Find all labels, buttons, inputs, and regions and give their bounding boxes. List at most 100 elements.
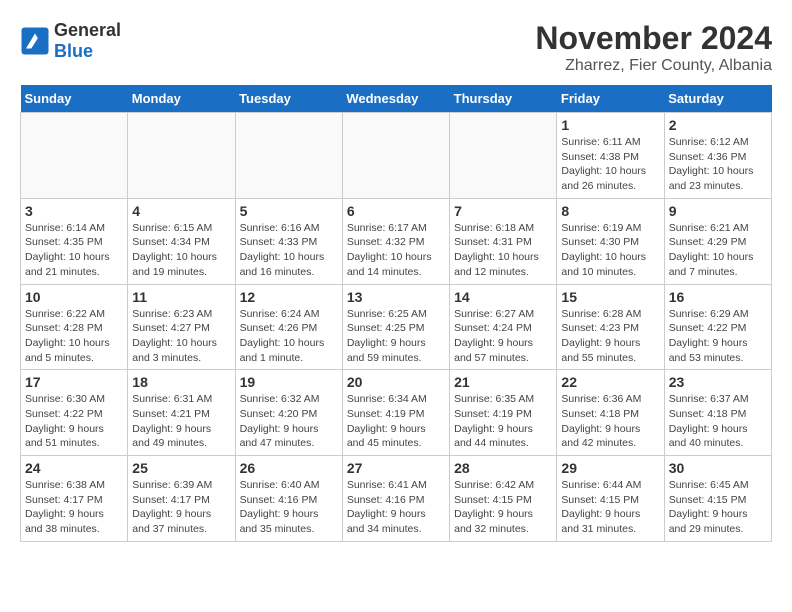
calendar-cell: [235, 113, 342, 199]
logo: General Blue: [20, 20, 121, 62]
calendar-cell: 6 Sunrise: 6:17 AM Sunset: 4:32 PM Daylig…: [342, 198, 449, 284]
day-number: 20: [347, 374, 445, 390]
day-detail: Sunrise: 6:29 AM Sunset: 4:22 PM Dayligh…: [669, 307, 767, 366]
calendar-cell: 22 Sunrise: 6:36 AM Sunset: 4:18 PM Dayli…: [557, 370, 664, 456]
day-number: 30: [669, 460, 767, 476]
day-detail: Sunrise: 6:27 AM Sunset: 4:24 PM Dayligh…: [454, 307, 552, 366]
week-row-2: 3Sunrise: 6:14 AM Sunset: 4:35 PM Daylig…: [21, 198, 772, 284]
day-number: 16: [669, 289, 767, 305]
day-detail: Sunrise: 6:15 AM Sunset: 4:34 PM Dayligh…: [132, 221, 230, 280]
day-detail: Sunrise: 6:12 AM Sunset: 4:36 PM Dayligh…: [669, 135, 767, 194]
day-detail: Sunrise: 6:41 AM Sunset: 4:16 PM Dayligh…: [347, 478, 445, 537]
weekday-header-thursday: Thursday: [450, 85, 557, 113]
day-detail: Sunrise: 6:23 AM Sunset: 4:27 PM Dayligh…: [132, 307, 230, 366]
page-header: General Blue November 2024 Zharrez, Fier…: [20, 20, 772, 75]
calendar-cell: 24 Sunrise: 6:38 AM Sunset: 4:17 PM Dayli…: [21, 456, 128, 542]
location-title: Zharrez, Fier County, Albania: [535, 57, 772, 75]
day-number: 25: [132, 460, 230, 476]
calendar-cell: [450, 113, 557, 199]
day-number: 9: [669, 203, 767, 219]
day-number: 6: [347, 203, 445, 219]
day-detail: Sunrise: 6:31 AM Sunset: 4:21 PM Dayligh…: [132, 392, 230, 451]
week-row-3: 10Sunrise: 6:22 AM Sunset: 4:28 PM Dayli…: [21, 284, 772, 370]
calendar-cell: 17 Sunrise: 6:30 AM Sunset: 4:22 PM Dayli…: [21, 370, 128, 456]
week-row-5: 24 Sunrise: 6:38 AM Sunset: 4:17 PM Dayli…: [21, 456, 772, 542]
month-title: November 2024: [535, 20, 772, 57]
day-detail: Sunrise: 6:19 AM Sunset: 4:30 PM Dayligh…: [561, 221, 659, 280]
weekday-header-tuesday: Tuesday: [235, 85, 342, 113]
calendar-table: SundayMondayTuesdayWednesdayThursdayFrid…: [20, 85, 772, 542]
day-detail: Sunrise: 6:17 AM Sunset: 4:32 PM Dayligh…: [347, 221, 445, 280]
calendar-cell: 15 Sunrise: 6:28 AM Sunset: 4:23 PM Dayli…: [557, 284, 664, 370]
calendar-cell: 3Sunrise: 6:14 AM Sunset: 4:35 PM Daylig…: [21, 198, 128, 284]
weekday-header-sunday: Sunday: [21, 85, 128, 113]
day-detail: Sunrise: 6:45 AM Sunset: 4:15 PM Dayligh…: [669, 478, 767, 537]
calendar-cell: 21 Sunrise: 6:35 AM Sunset: 4:19 PM Dayli…: [450, 370, 557, 456]
calendar-cell: 5 Sunrise: 6:16 AM Sunset: 4:33 PM Daylig…: [235, 198, 342, 284]
day-detail: Sunrise: 6:36 AM Sunset: 4:18 PM Dayligh…: [561, 392, 659, 451]
calendar-cell: 7 Sunrise: 6:18 AM Sunset: 4:31 PM Daylig…: [450, 198, 557, 284]
day-number: 17: [25, 374, 123, 390]
title-area: November 2024 Zharrez, Fier County, Alba…: [535, 20, 772, 75]
day-number: 1: [561, 117, 659, 133]
calendar-cell: 8 Sunrise: 6:19 AM Sunset: 4:30 PM Daylig…: [557, 198, 664, 284]
day-detail: Sunrise: 6:40 AM Sunset: 4:16 PM Dayligh…: [240, 478, 338, 537]
day-number: 22: [561, 374, 659, 390]
day-number: 13: [347, 289, 445, 305]
day-detail: Sunrise: 6:28 AM Sunset: 4:23 PM Dayligh…: [561, 307, 659, 366]
weekday-header-saturday: Saturday: [664, 85, 771, 113]
day-number: 2: [669, 117, 767, 133]
calendar-cell: 2 Sunrise: 6:12 AM Sunset: 4:36 PM Daylig…: [664, 113, 771, 199]
calendar-cell: 27 Sunrise: 6:41 AM Sunset: 4:16 PM Dayli…: [342, 456, 449, 542]
day-number: 11: [132, 289, 230, 305]
day-detail: Sunrise: 6:16 AM Sunset: 4:33 PM Dayligh…: [240, 221, 338, 280]
day-number: 24: [25, 460, 123, 476]
calendar-cell: [342, 113, 449, 199]
calendar-cell: 23 Sunrise: 6:37 AM Sunset: 4:18 PM Dayli…: [664, 370, 771, 456]
calendar-cell: 16 Sunrise: 6:29 AM Sunset: 4:22 PM Dayli…: [664, 284, 771, 370]
weekday-header-wednesday: Wednesday: [342, 85, 449, 113]
day-detail: Sunrise: 6:11 AM Sunset: 4:38 PM Dayligh…: [561, 135, 659, 194]
day-detail: Sunrise: 6:39 AM Sunset: 4:17 PM Dayligh…: [132, 478, 230, 537]
day-number: 10: [25, 289, 123, 305]
weekday-header-row: SundayMondayTuesdayWednesdayThursdayFrid…: [21, 85, 772, 113]
day-number: 18: [132, 374, 230, 390]
day-number: 5: [240, 203, 338, 219]
day-detail: Sunrise: 6:38 AM Sunset: 4:17 PM Dayligh…: [25, 478, 123, 537]
day-detail: Sunrise: 6:21 AM Sunset: 4:29 PM Dayligh…: [669, 221, 767, 280]
day-number: 8: [561, 203, 659, 219]
day-number: 12: [240, 289, 338, 305]
day-detail: Sunrise: 6:35 AM Sunset: 4:19 PM Dayligh…: [454, 392, 552, 451]
week-row-1: 1 Sunrise: 6:11 AM Sunset: 4:38 PM Daylig…: [21, 113, 772, 199]
calendar-cell: 1 Sunrise: 6:11 AM Sunset: 4:38 PM Daylig…: [557, 113, 664, 199]
day-detail: Sunrise: 6:42 AM Sunset: 4:15 PM Dayligh…: [454, 478, 552, 537]
day-number: 7: [454, 203, 552, 219]
week-row-4: 17 Sunrise: 6:30 AM Sunset: 4:22 PM Dayli…: [21, 370, 772, 456]
day-detail: Sunrise: 6:14 AM Sunset: 4:35 PM Dayligh…: [25, 221, 123, 280]
calendar-cell: 10Sunrise: 6:22 AM Sunset: 4:28 PM Dayli…: [21, 284, 128, 370]
day-detail: Sunrise: 6:30 AM Sunset: 4:22 PM Dayligh…: [25, 392, 123, 451]
day-detail: Sunrise: 6:44 AM Sunset: 4:15 PM Dayligh…: [561, 478, 659, 537]
day-number: 15: [561, 289, 659, 305]
day-detail: Sunrise: 6:25 AM Sunset: 4:25 PM Dayligh…: [347, 307, 445, 366]
calendar-cell: 20Sunrise: 6:34 AM Sunset: 4:19 PM Dayli…: [342, 370, 449, 456]
calendar-cell: [21, 113, 128, 199]
calendar-cell: 13 Sunrise: 6:25 AM Sunset: 4:25 PM Dayli…: [342, 284, 449, 370]
day-number: 23: [669, 374, 767, 390]
day-detail: Sunrise: 6:37 AM Sunset: 4:18 PM Dayligh…: [669, 392, 767, 451]
logo-general-text: General: [54, 20, 121, 40]
calendar-cell: 11 Sunrise: 6:23 AM Sunset: 4:27 PM Dayli…: [128, 284, 235, 370]
day-number: 29: [561, 460, 659, 476]
day-number: 4: [132, 203, 230, 219]
day-detail: Sunrise: 6:18 AM Sunset: 4:31 PM Dayligh…: [454, 221, 552, 280]
calendar-cell: 12Sunrise: 6:24 AM Sunset: 4:26 PM Dayli…: [235, 284, 342, 370]
calendar-cell: 29 Sunrise: 6:44 AM Sunset: 4:15 PM Dayli…: [557, 456, 664, 542]
calendar-cell: 9 Sunrise: 6:21 AM Sunset: 4:29 PM Daylig…: [664, 198, 771, 284]
weekday-header-friday: Friday: [557, 85, 664, 113]
day-number: 27: [347, 460, 445, 476]
day-number: 21: [454, 374, 552, 390]
calendar-cell: 18 Sunrise: 6:31 AM Sunset: 4:21 PM Dayli…: [128, 370, 235, 456]
calendar-cell: 25 Sunrise: 6:39 AM Sunset: 4:17 PM Dayli…: [128, 456, 235, 542]
logo-blue-text: Blue: [54, 41, 93, 61]
weekday-header-monday: Monday: [128, 85, 235, 113]
